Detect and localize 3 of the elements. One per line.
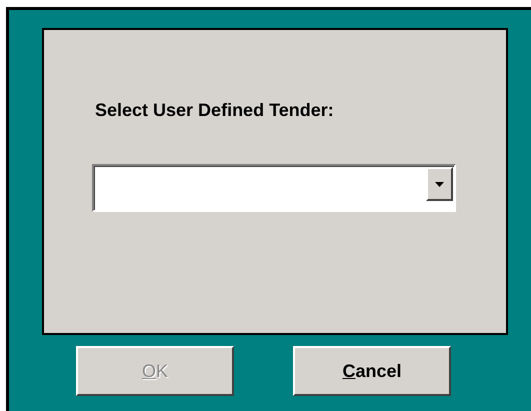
tender-dropdown[interactable] <box>92 164 456 212</box>
prompt-label: Select User Defined Tender: <box>95 100 334 121</box>
cancel-button[interactable]: Cancel <box>293 346 451 396</box>
